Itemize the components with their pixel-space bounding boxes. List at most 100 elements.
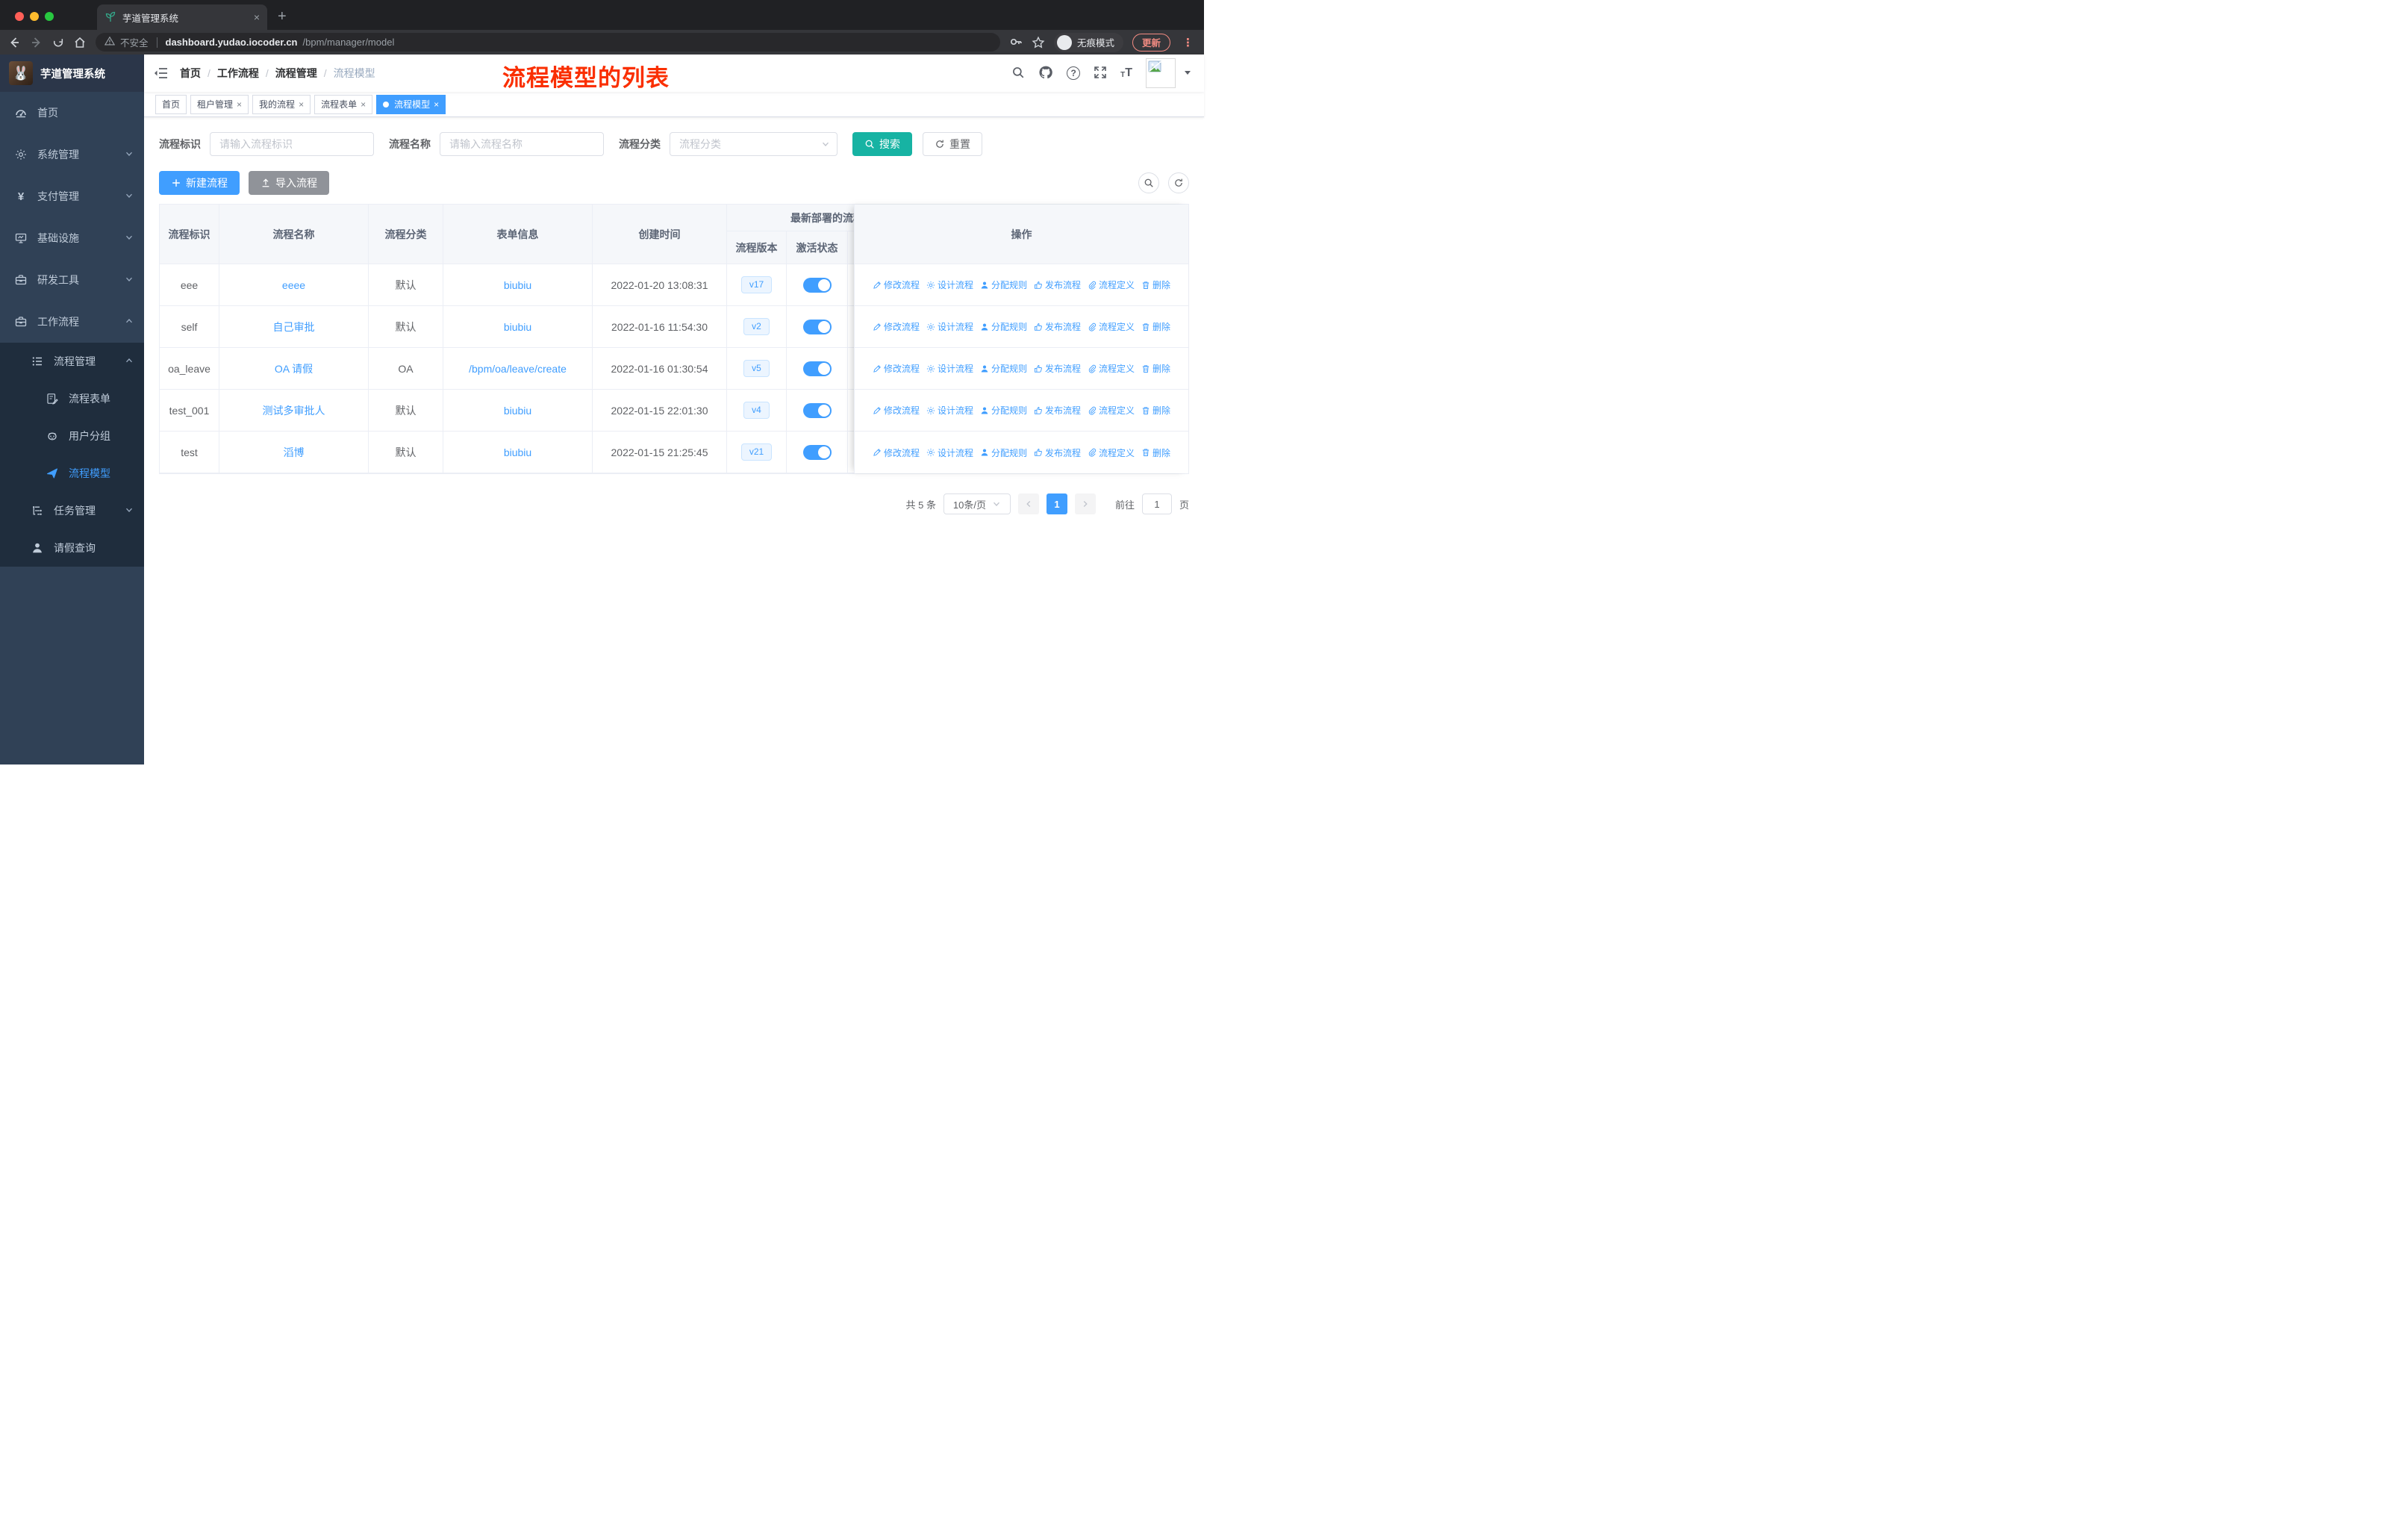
active-toggle[interactable] [802, 361, 832, 376]
window-controls[interactable] [0, 12, 67, 30]
sidebar-item-task-management[interactable]: 任务管理 [0, 492, 144, 529]
page-number-1[interactable]: 1 [1046, 493, 1067, 514]
form-info-link[interactable]: biubiu [504, 446, 531, 458]
tag-process-model[interactable]: 流程模型 × [376, 94, 446, 114]
active-toggle[interactable] [802, 402, 832, 418]
import-process-button[interactable]: 导入流程 [249, 171, 329, 195]
publish-process-link[interactable]: 发布流程 [1034, 362, 1081, 375]
forward-icon[interactable] [30, 36, 43, 49]
help-icon[interactable]: ? [1067, 66, 1081, 80]
process-definition-link[interactable]: 流程定义 [1088, 278, 1135, 291]
goto-page-input[interactable] [1141, 493, 1172, 514]
process-id-input[interactable] [210, 132, 374, 156]
delete-link[interactable]: 删除 [1141, 404, 1170, 417]
sidebar-item-infra[interactable]: 基础设施 [0, 217, 144, 259]
font-size-icon[interactable]: TT [1120, 67, 1132, 79]
close-icon[interactable]: × [361, 99, 366, 110]
page-size-select[interactable]: 10条/页 [943, 493, 1011, 514]
sidebar-logo[interactable]: 🐰 芋道管理系统 [0, 55, 144, 92]
design-process-link[interactable]: 设计流程 [926, 278, 973, 291]
active-toggle[interactable] [802, 319, 832, 334]
new-tab-button[interactable]: + [267, 8, 297, 30]
tag-tenant[interactable]: 租户管理 × [190, 94, 249, 114]
sidebar-item-process-model[interactable]: 流程模型 [0, 455, 144, 492]
breadcrumb-workflow[interactable]: 工作流程 [217, 66, 259, 81]
breadcrumb-home[interactable]: 首页 [180, 66, 201, 81]
prev-page-button[interactable] [1017, 493, 1039, 514]
search-icon[interactable] [1011, 66, 1025, 81]
sidebar-item-devtools[interactable]: 研发工具 [0, 259, 144, 301]
close-icon[interactable]: × [237, 99, 242, 110]
delete-link[interactable]: 删除 [1141, 362, 1170, 375]
form-info-link[interactable]: biubiu [504, 279, 531, 291]
form-info-link[interactable]: biubiu [504, 321, 531, 333]
fullscreen-icon[interactable] [1094, 66, 1107, 81]
process-definition-link[interactable]: 流程定义 [1088, 362, 1135, 375]
avatar-caret-icon[interactable] [1183, 67, 1192, 79]
process-name-input[interactable] [440, 132, 604, 156]
sidebar-item-process-form[interactable]: 流程表单 [0, 380, 144, 417]
active-toggle[interactable] [802, 444, 832, 460]
design-process-link[interactable]: 设计流程 [926, 320, 973, 333]
close-icon[interactable]: × [299, 99, 304, 110]
reset-button[interactable]: 重置 [923, 132, 982, 156]
browser-tab[interactable]: 芋道管理系统 × [97, 4, 267, 30]
browser-menu-icon[interactable]: ⋮ [1179, 36, 1197, 49]
zoom-window-button[interactable] [45, 12, 54, 21]
modify-process-link[interactable]: 修改流程 [873, 362, 920, 375]
minimize-window-button[interactable] [30, 12, 39, 21]
modify-process-link[interactable]: 修改流程 [873, 320, 920, 333]
assign-rule-link[interactable]: 分配规则 [980, 404, 1027, 417]
home-icon[interactable] [73, 36, 87, 49]
process-name-link[interactable]: 测试多审批人 [263, 403, 325, 418]
tag-process-form[interactable]: 流程表单 × [314, 94, 373, 114]
design-process-link[interactable]: 设计流程 [926, 446, 973, 459]
next-page-button[interactable] [1074, 493, 1096, 514]
address-bar[interactable]: 不安全 dashboard.yudao.iocoder.cn/bpm/manag… [96, 33, 1000, 52]
sidebar-item-workflow[interactable]: 工作流程 [0, 301, 144, 343]
modify-process-link[interactable]: 修改流程 [873, 404, 920, 417]
sidebar-item-user-group[interactable]: 用户分组 [0, 417, 144, 455]
form-info-link[interactable]: /bpm/oa/leave/create [469, 363, 567, 375]
publish-process-link[interactable]: 发布流程 [1034, 446, 1081, 459]
search-button[interactable]: 搜索 [852, 132, 912, 156]
design-process-link[interactable]: 设计流程 [926, 404, 973, 417]
process-name-link[interactable]: 滔博 [284, 445, 305, 460]
process-category-select[interactable]: 流程分类 [670, 132, 838, 156]
process-name-link[interactable]: eeee [282, 279, 305, 291]
tag-home[interactable]: 首页 [155, 94, 187, 114]
design-process-link[interactable]: 设计流程 [926, 362, 973, 375]
github-icon[interactable] [1038, 65, 1053, 82]
sidebar-item-home[interactable]: 首页 [0, 92, 144, 134]
breadcrumb-process-management[interactable]: 流程管理 [275, 66, 317, 81]
process-definition-link[interactable]: 流程定义 [1088, 446, 1135, 459]
tag-my-process[interactable]: 我的流程 × [252, 94, 311, 114]
modify-process-link[interactable]: 修改流程 [873, 278, 920, 291]
create-process-button[interactable]: 新建流程 [159, 171, 240, 195]
sidebar-item-system[interactable]: 系统管理 [0, 134, 144, 175]
sidebar-fold-icon[interactable] [153, 66, 168, 81]
close-window-button[interactable] [15, 12, 24, 21]
back-icon[interactable] [7, 36, 21, 49]
delete-link[interactable]: 删除 [1141, 320, 1170, 333]
delete-link[interactable]: 删除 [1141, 446, 1170, 459]
close-icon[interactable]: × [434, 99, 439, 110]
publish-process-link[interactable]: 发布流程 [1034, 404, 1081, 417]
publish-process-link[interactable]: 发布流程 [1034, 278, 1081, 291]
form-info-link[interactable]: biubiu [504, 405, 531, 417]
sidebar-item-pay[interactable]: ¥ 支付管理 [0, 175, 144, 217]
password-key-icon[interactable] [1009, 36, 1023, 49]
avatar[interactable] [1146, 58, 1176, 88]
refresh-table-button[interactable] [1168, 172, 1189, 193]
process-name-link[interactable]: OA 请假 [275, 361, 313, 376]
chrome-update-button[interactable]: 更新 [1132, 33, 1170, 52]
assign-rule-link[interactable]: 分配规则 [980, 278, 1027, 291]
delete-link[interactable]: 删除 [1141, 278, 1170, 291]
process-definition-link[interactable]: 流程定义 [1088, 320, 1135, 333]
publish-process-link[interactable]: 发布流程 [1034, 320, 1081, 333]
reload-icon[interactable] [52, 37, 64, 49]
sidebar-item-leave-query[interactable]: 请假查询 [0, 529, 144, 567]
tab-close-icon[interactable]: × [254, 11, 260, 23]
process-definition-link[interactable]: 流程定义 [1088, 404, 1135, 417]
bookmark-star-icon[interactable] [1032, 36, 1045, 49]
